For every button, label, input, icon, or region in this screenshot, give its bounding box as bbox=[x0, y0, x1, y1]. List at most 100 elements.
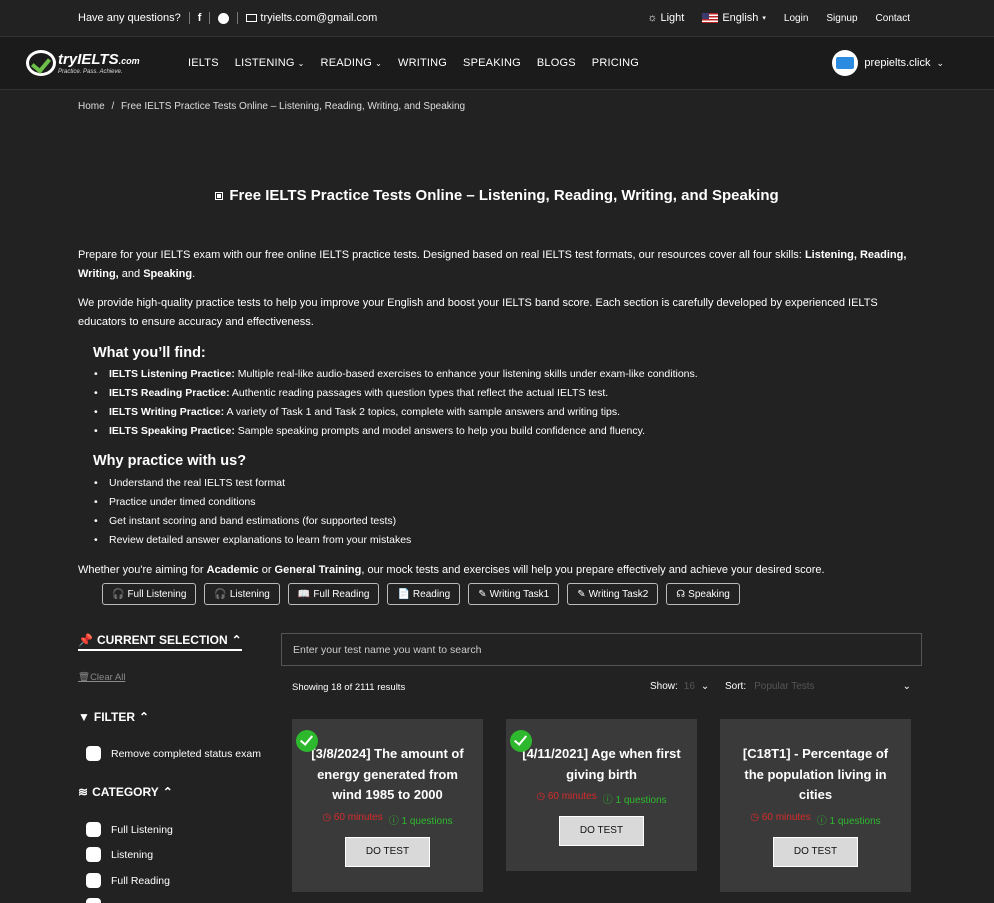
nav-label: BLOGS bbox=[536, 57, 576, 69]
find-list: IELTS Listening Practice: Multiple real-… bbox=[93, 365, 698, 441]
headphones-icon: 🎧 bbox=[214, 588, 227, 600]
completed-check-icon bbox=[296, 730, 318, 752]
chevron-up-icon: ⌃ bbox=[162, 785, 173, 799]
sort-select[interactable]: Sort: Popular Tests ⌄ bbox=[725, 681, 911, 692]
category-checkbox-partial[interactable] bbox=[86, 898, 101, 903]
list-item: Understand the real IELTS test format bbox=[93, 474, 411, 493]
filter-icon: ▼ bbox=[78, 710, 90, 724]
headphones-icon: 🎧 bbox=[112, 588, 125, 600]
checkbox[interactable] bbox=[86, 898, 101, 903]
test-title[interactable]: [3/8/2024] The amount of energy generate… bbox=[292, 744, 483, 806]
chevron-down-icon: ⌄ bbox=[936, 57, 944, 68]
clear-all-link[interactable]: 🗑Clear All bbox=[78, 672, 125, 683]
login-link[interactable]: Login bbox=[784, 13, 808, 24]
nav-item-pricing[interactable]: PRICING bbox=[592, 57, 639, 69]
list-item: Get instant scoring and band estimations… bbox=[93, 512, 411, 531]
user-menu[interactable]: prepielts.click ⌄ bbox=[832, 50, 944, 76]
pin-icon: 📌 bbox=[78, 633, 93, 647]
facebook-icon[interactable]: f bbox=[198, 12, 202, 24]
nav-label: SPEAKING bbox=[463, 57, 521, 69]
theme-toggle[interactable]: ☼ Light bbox=[647, 12, 684, 24]
nav-item-ielts[interactable]: IELTS bbox=[188, 57, 219, 69]
chip-full-reading[interactable]: 📖 Full Reading bbox=[287, 583, 380, 605]
nav-item-listening[interactable]: LISTENING ⌄ bbox=[235, 57, 305, 69]
chip-speaking[interactable]: ☊ Speaking bbox=[666, 583, 740, 605]
checkbox[interactable] bbox=[86, 746, 101, 761]
category-checkbox-full-reading[interactable]: Full Reading bbox=[86, 873, 170, 888]
show-select[interactable]: Show: 16 ⌄ bbox=[650, 681, 709, 692]
duration: ◷ 60 minutes bbox=[750, 811, 811, 823]
intro-paragraph-2: We provide high-quality practice tests t… bbox=[78, 297, 878, 328]
do-test-button[interactable]: DO TEST bbox=[345, 836, 430, 867]
test-card[interactable]: [C18T1] - Percentage of the population l… bbox=[720, 719, 911, 892]
language-select[interactable]: English ▾ bbox=[702, 12, 766, 24]
mail-icon bbox=[246, 14, 258, 22]
nav-item-reading[interactable]: READING ⌄ bbox=[321, 57, 382, 69]
nav-item-blogs[interactable]: BLOGS bbox=[537, 57, 576, 69]
category-header[interactable]: ≋ CATEGORY ⌃ bbox=[78, 785, 173, 799]
test-card[interactable]: [3/8/2024] The amount of energy generate… bbox=[292, 719, 483, 892]
chip-writing-task2[interactable]: ✎ Writing Task2 bbox=[567, 583, 659, 605]
intro-paragraph-1: Prepare for your IELTS exam with our fre… bbox=[78, 249, 907, 280]
site-logo[interactable]: tryIELTS.com Practice. Pass. Achieve. bbox=[26, 50, 176, 76]
list-item: IELTS Reading Practice: Authentic readin… bbox=[93, 384, 698, 403]
title-bullet-icon bbox=[215, 192, 224, 201]
duration: ◷ 60 minutes bbox=[536, 791, 597, 802]
chip-listening[interactable]: 🎧 Listening bbox=[204, 583, 280, 605]
test-title[interactable]: [4/11/2021] Age when first giving birth bbox=[506, 744, 697, 785]
closing-paragraph: Whether you're aiming for Academic or Ge… bbox=[78, 564, 825, 576]
test-title[interactable]: [C18T1] - Percentage of the population l… bbox=[720, 744, 911, 806]
chevron-up-icon: ⌃ bbox=[231, 633, 242, 647]
logo-ielts: IELTS bbox=[77, 50, 119, 68]
duration: ◷ 60 minutes bbox=[322, 811, 383, 823]
checkbox[interactable] bbox=[86, 873, 101, 888]
contact-link[interactable]: Contact bbox=[876, 13, 910, 24]
why-list: Understand the real IELTS test format Pr… bbox=[93, 474, 411, 550]
question-count: ⓘ 1 questions bbox=[388, 815, 453, 827]
chevron-down-icon: ⌄ bbox=[375, 58, 382, 68]
chevron-down-icon: ⌄ bbox=[902, 681, 911, 692]
nav-item-writing[interactable]: WRITING bbox=[398, 57, 447, 69]
main-navbar: tryIELTS.com Practice. Pass. Achieve. IE… bbox=[0, 36, 994, 90]
chip-full-listening[interactable]: 🎧 Full Listening bbox=[102, 583, 197, 605]
list-item: Practice under timed conditions bbox=[93, 493, 411, 512]
divider bbox=[237, 12, 239, 24]
list-item: IELTS Writing Practice: A variety of Tas… bbox=[93, 403, 698, 422]
checkbox[interactable] bbox=[86, 822, 101, 837]
email-link[interactable]: tryielts.com@gmail.com bbox=[246, 12, 377, 24]
logo-try: try bbox=[58, 50, 78, 68]
category-checkbox-listening[interactable]: Listening bbox=[86, 847, 153, 862]
search-input[interactable]: Enter your test name you want to search bbox=[281, 633, 922, 666]
filter-header[interactable]: ▼ FILTER ⌃ bbox=[78, 710, 149, 724]
breadcrumb-home[interactable]: Home bbox=[78, 101, 105, 112]
signup-link[interactable]: Signup bbox=[826, 13, 857, 24]
breadcrumb-current: Free IELTS Practice Tests Online – Liste… bbox=[121, 101, 466, 112]
list-item: IELTS Speaking Practice: Sample speaking… bbox=[93, 422, 698, 441]
nav-label: PRICING bbox=[591, 57, 640, 69]
do-test-button[interactable]: DO TEST bbox=[559, 816, 644, 846]
avatar bbox=[832, 50, 859, 76]
caret-down-icon: ▾ bbox=[762, 15, 766, 22]
results-count: Showing 18 of 2111 results bbox=[292, 682, 406, 693]
chip-writing-task1[interactable]: ✎ Writing Task1 bbox=[468, 583, 560, 605]
list-item: IELTS Listening Practice: Multiple real-… bbox=[93, 365, 698, 384]
logo-check-icon bbox=[26, 50, 56, 76]
username: prepielts.click bbox=[864, 57, 931, 69]
test-card[interactable]: [4/11/2021] Age when first giving birth … bbox=[506, 719, 697, 871]
do-test-button[interactable]: DO TEST bbox=[773, 836, 858, 867]
logo-com: .com bbox=[118, 55, 140, 66]
top-bar: Have any questions? f tryielts.com@gmail… bbox=[0, 0, 994, 36]
question-text: Have any questions? bbox=[78, 12, 181, 24]
edit-icon: ✎ bbox=[577, 588, 586, 600]
breadcrumb: Home / Free IELTS Practice Tests Online … bbox=[78, 101, 465, 112]
category-checkbox-full-listening[interactable]: Full Listening bbox=[86, 822, 173, 837]
chip-reading[interactable]: 📄 Reading bbox=[387, 583, 461, 605]
remove-completed-checkbox[interactable]: Remove completed status exam bbox=[86, 746, 261, 761]
telegram-icon[interactable] bbox=[218, 12, 230, 24]
trash-icon: 🗑 bbox=[78, 672, 91, 683]
nav-item-speaking[interactable]: SPEAKING bbox=[463, 57, 521, 69]
checkbox[interactable] bbox=[86, 847, 101, 862]
current-selection-header[interactable]: 📌 CURRENT SELECTION ⌃ bbox=[78, 633, 242, 651]
question-count: ⓘ 1 questions bbox=[816, 815, 881, 827]
nav-label: IELTS bbox=[188, 57, 219, 69]
